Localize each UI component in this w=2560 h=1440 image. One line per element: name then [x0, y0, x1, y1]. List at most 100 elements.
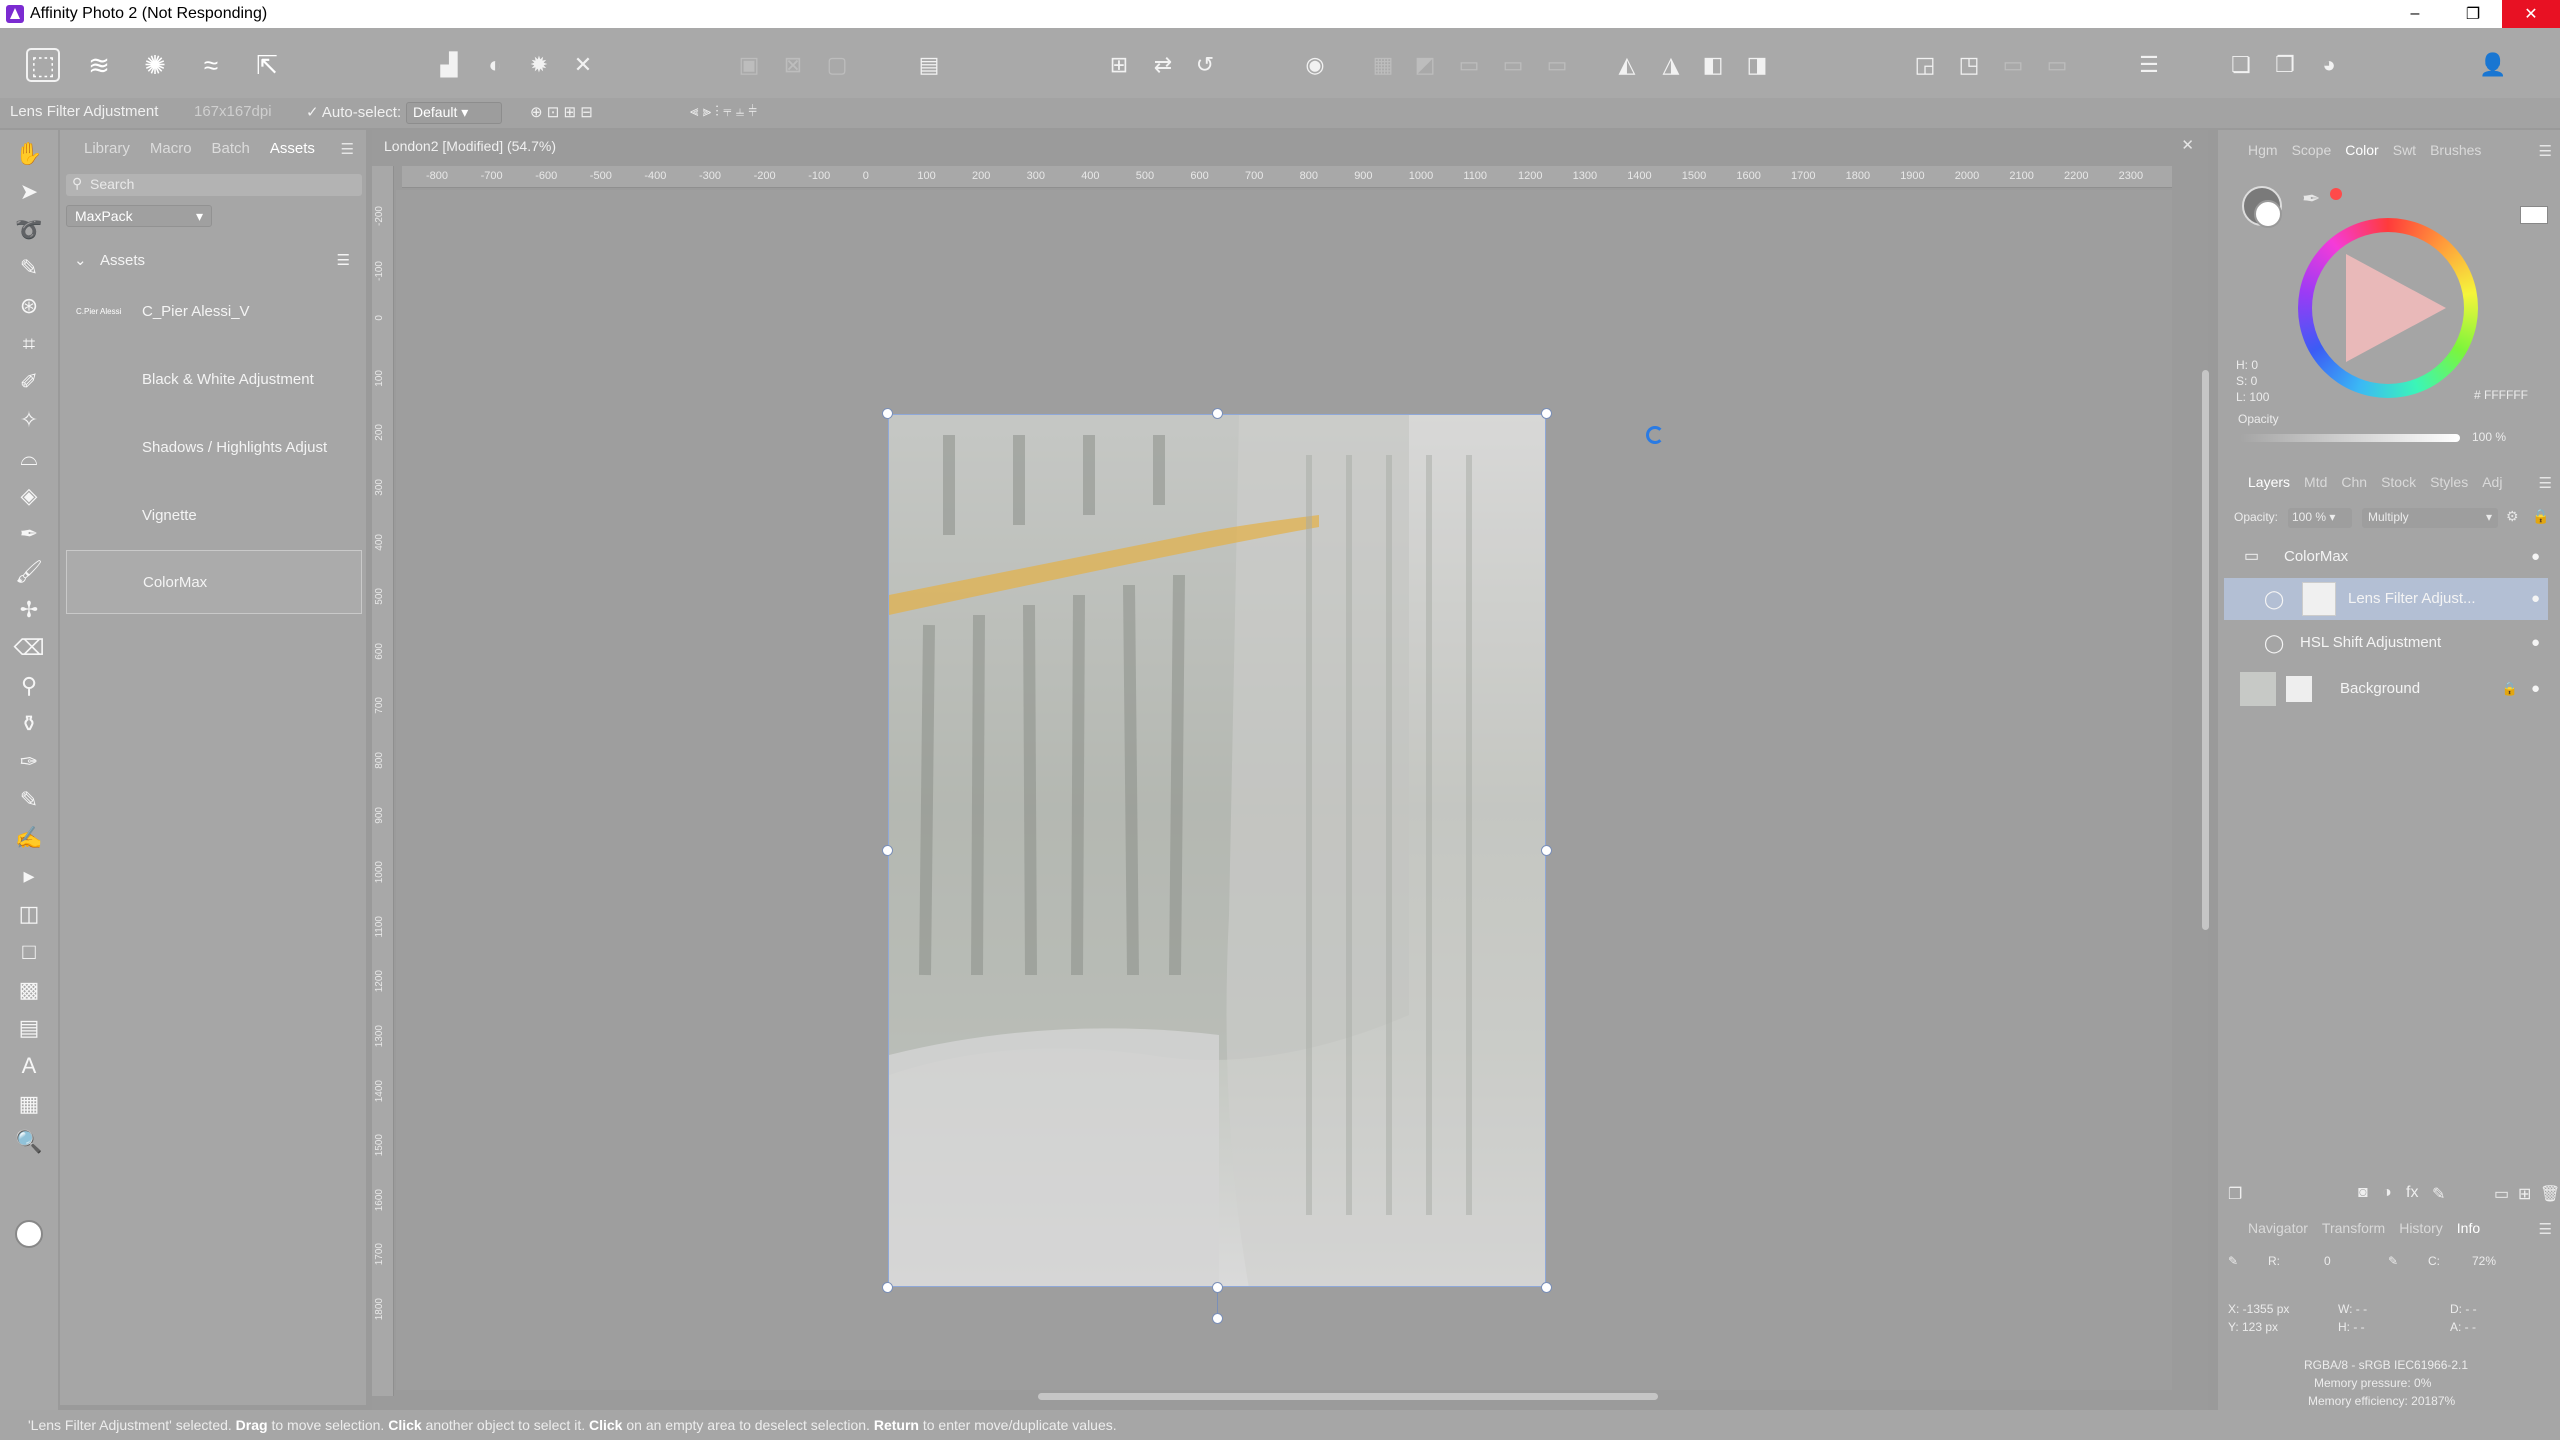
export-persona-icon[interactable]: ⇱: [250, 48, 284, 82]
close-button[interactable]: ✕: [2502, 0, 2560, 28]
panel-menu-icon[interactable]: ☰: [341, 140, 354, 158]
tab-color[interactable]: Color: [2345, 142, 2378, 158]
list-item[interactable]: C.Pier Alessi C_Pier Alessi_V: [66, 280, 362, 344]
sampler-icon[interactable]: ✎: [2228, 1254, 2238, 1268]
tab-layers[interactable]: Layers: [2248, 474, 2290, 490]
auto-contrast-icon[interactable]: ◐: [482, 52, 508, 78]
transform-handle[interactable]: [1541, 408, 1552, 419]
freehand-selection-icon[interactable]: ➰: [15, 216, 43, 244]
transform-handle[interactable]: [882, 408, 893, 419]
zoom-tool-icon[interactable]: 🔍: [15, 1128, 43, 1156]
horizontal-ruler[interactable]: -800 -700 -600 -500 -400 -300 -200 -100 0 100 200 3…: [402, 166, 2172, 188]
arrange-icon[interactable]: ▦: [1370, 52, 1396, 78]
text-tool-icon[interactable]: A: [15, 1052, 43, 1080]
tab-info[interactable]: Info: [2457, 1220, 2480, 1236]
quick-mask-icon[interactable]: ▤: [916, 52, 942, 78]
color-mode-icon[interactable]: [2520, 206, 2548, 224]
color-picker-icon[interactable]: ✎: [15, 254, 43, 282]
maximize-button[interactable]: ❐: [2444, 0, 2502, 28]
account-icon[interactable]: 👤: [2479, 52, 2506, 78]
rectangle-tool-icon[interactable]: □: [15, 938, 43, 966]
group-icon[interactable]: ▭: [1544, 52, 1570, 78]
layer-opacity-field[interactable]: 100 % ▾: [2288, 508, 2352, 528]
levels-icon[interactable]: ▟: [436, 52, 462, 78]
info-panel-menu-icon[interactable]: ☰: [2539, 1220, 2552, 1238]
gradient-tool-icon[interactable]: ✒: [15, 520, 43, 548]
transform-handle[interactable]: [1212, 1282, 1223, 1293]
transform-handle[interactable]: [882, 845, 893, 856]
tab-macro[interactable]: Macro: [150, 140, 192, 157]
flip-vertical-icon[interactable]: ◮: [1658, 52, 1684, 78]
brush-layer-icon[interactable]: ✎: [2432, 1184, 2445, 1204]
pattern-tool-icon[interactable]: ▩: [15, 976, 43, 1004]
tab-histogram[interactable]: Hgm: [2248, 142, 2278, 158]
lock-icon[interactable]: 🔒: [2502, 668, 2518, 710]
move-tool-icon[interactable]: ➤: [15, 178, 43, 206]
tab-stock[interactable]: Stock: [2381, 474, 2416, 490]
transform-handle[interactable]: [1212, 408, 1223, 419]
alignment-menu-icon[interactable]: ☰: [2136, 52, 2162, 78]
transform-handle[interactable]: [1541, 845, 1552, 856]
photo-layer[interactable]: [888, 414, 1546, 1287]
tab-styles[interactable]: Styles: [2430, 474, 2468, 490]
to-front-icon[interactable]: ▭: [2000, 52, 2026, 78]
layer-row-colormax[interactable]: ▭ ColorMax ●: [2224, 536, 2548, 578]
tab-swatches[interactable]: Swt: [2393, 142, 2416, 158]
fx-icon[interactable]: fx: [2406, 1184, 2418, 1202]
visibility-dot-icon[interactable]: ●: [2531, 668, 2540, 710]
folder-icon[interactable]: ▭: [2494, 1184, 2509, 1204]
view-tool-icon[interactable]: ✋: [15, 140, 43, 168]
boolean-icon[interactable]: ◩: [1412, 52, 1438, 78]
tab-brushes[interactable]: Brushes: [2430, 142, 2481, 158]
layers-panel-menu-icon[interactable]: ☰: [2539, 474, 2552, 492]
opacity-value[interactable]: 100 %: [2472, 430, 2506, 444]
color-swatch-icon[interactable]: [15, 1220, 43, 1248]
pack-dropdown[interactable]: MaxPack ▾: [66, 205, 212, 227]
develop-persona-icon[interactable]: ✺: [138, 48, 172, 82]
sampler-icon[interactable]: ✎: [2388, 1254, 2398, 1268]
vertical-ruler[interactable]: -200 -100 0 100 200 300 400 500 600 700 800 900 1000…: [372, 166, 394, 1396]
table-tool-icon[interactable]: ▤: [15, 1014, 43, 1042]
auto-color-icon[interactable]: ✹: [526, 52, 552, 78]
vertical-scrollbar[interactable]: [2202, 370, 2209, 930]
distribute-icon[interactable]: ▭: [1500, 52, 1526, 78]
transform-handle[interactable]: [882, 1282, 893, 1293]
blend-mode-dropdown[interactable]: Multiply ▾: [2362, 508, 2498, 528]
mask-layer-icon[interactable]: ◙: [2358, 1184, 2368, 1202]
inpainting-icon[interactable]: ✑: [15, 748, 43, 776]
smudge-tool-icon[interactable]: ⚲: [15, 672, 43, 700]
horizontal-scrollbar[interactable]: [1038, 1393, 1658, 1400]
layer-row-lens-filter[interactable]: ◯ Lens Filter Adjust... ●: [2224, 578, 2548, 620]
color-panel-menu-icon[interactable]: ☰: [2539, 142, 2552, 160]
close-document-icon[interactable]: ✕: [2181, 136, 2194, 154]
list-item[interactable]: ColorMax: [66, 550, 362, 614]
list-item[interactable]: Black & White Adjustment: [66, 348, 362, 412]
gear-icon[interactable]: ⚙: [2506, 508, 2519, 525]
canvas[interactable]: [396, 190, 2172, 1390]
deselect-icon[interactable]: ⊠: [780, 52, 806, 78]
tone-mapping-persona-icon[interactable]: ≈: [194, 48, 228, 82]
layer-row-hsl-shift[interactable]: ◯ HSL Shift Adjustment ●: [2224, 622, 2548, 664]
layer-row-background[interactable]: Background 🔒 ●: [2224, 668, 2548, 710]
assets-section-header[interactable]: ⌄ Assets ☰: [66, 248, 362, 274]
visibility-dot-icon[interactable]: ●: [2531, 578, 2540, 620]
rotate-right-icon[interactable]: ◨: [1744, 52, 1770, 78]
document-tab[interactable]: London2 [Modified] (54.7%): [384, 138, 556, 154]
visibility-dot-icon[interactable]: ●: [2531, 622, 2540, 664]
healing-brush-icon[interactable]: ✍: [15, 824, 43, 852]
pixel-layer-icon[interactable]: ⊞: [2518, 1184, 2531, 1204]
section-menu-icon[interactable]: ☰: [337, 248, 350, 274]
liquify-persona-icon[interactable]: ≋: [82, 48, 116, 82]
blemish-tool-icon[interactable]: ✎: [15, 786, 43, 814]
tab-navigator[interactable]: Navigator: [2248, 1220, 2308, 1236]
insert-top-icon[interactable]: ◕: [2316, 52, 2342, 78]
auto-select-dropdown[interactable]: Default ▾: [406, 102, 502, 124]
node-tool-icon[interactable]: ▸: [15, 862, 43, 890]
move-forward-icon[interactable]: ◲: [1912, 52, 1938, 78]
list-item[interactable]: Vignette: [66, 484, 362, 548]
lasso-tool-icon[interactable]: ⌓: [15, 444, 43, 472]
minimize-button[interactable]: –: [2386, 0, 2444, 28]
flip-horizontal-icon[interactable]: ◭: [1614, 52, 1640, 78]
lock-icon[interactable]: 🔒: [2532, 508, 2549, 525]
trash-icon[interactable]: 🗑: [2540, 1184, 2560, 1204]
